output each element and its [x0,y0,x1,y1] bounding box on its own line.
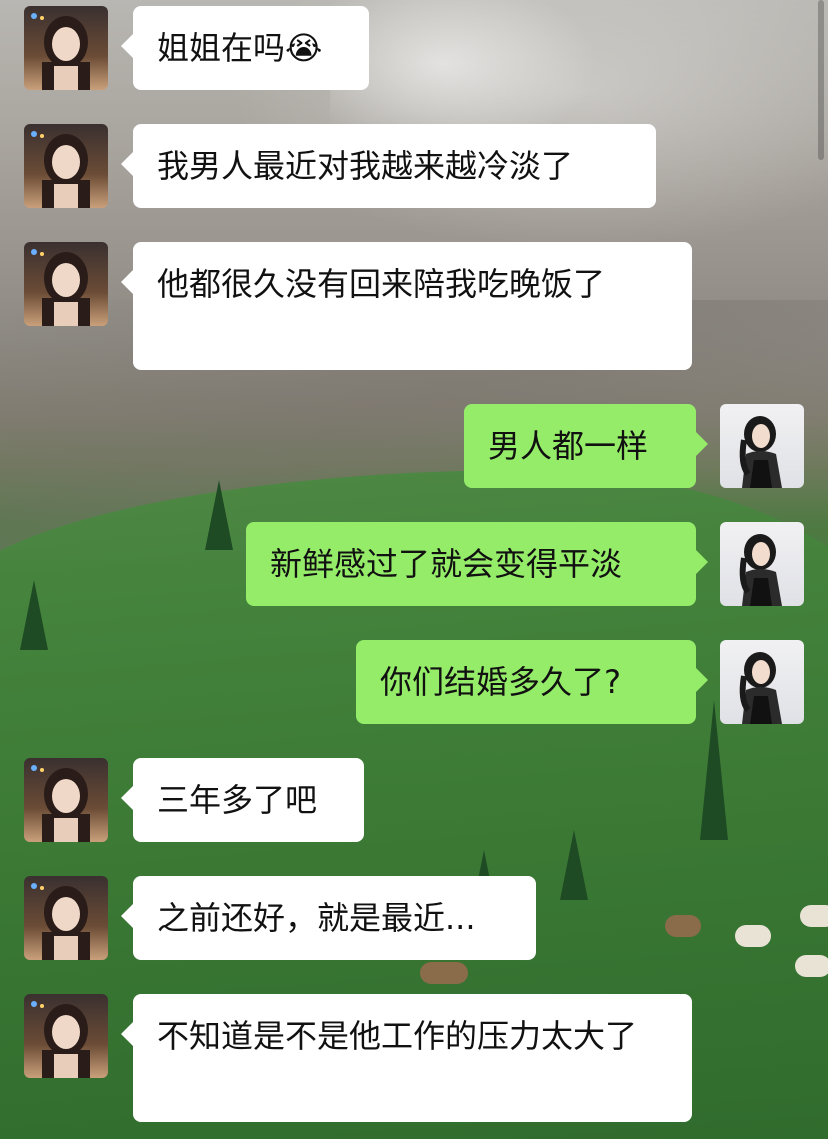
my-avatar[interactable] [720,640,804,724]
contact-avatar[interactable] [24,994,108,1078]
contact-avatar[interactable] [24,242,108,326]
message-text: 姐姐在吗😭 [157,29,323,67]
contact-avatar[interactable] [24,876,108,960]
incoming-message-bubble[interactable]: 不知道是不是他工作的压力太大了 [121,994,692,1122]
incoming-message-bubble[interactable]: 他都很久没有回来陪我吃晚饭了 [121,242,692,370]
my-avatar[interactable] [720,522,804,606]
background-sheep [735,925,771,947]
background-sheep [420,962,468,984]
background-sheep [665,915,701,937]
incoming-message-bubble[interactable]: 之前还好，就是最近... [121,876,536,960]
incoming-message-bubble[interactable]: 我男人最近对我越来越冷淡了 [121,124,656,208]
background-tree [205,480,233,550]
incoming-message-bubble[interactable]: 三年多了吧 [121,758,364,842]
message-text: 我男人最近对我越来越冷淡了 [157,147,574,185]
message-text: 他都很久没有回来陪我吃晚饭了 [157,265,606,303]
scrollbar[interactable] [818,0,824,160]
outgoing-message-bubble[interactable]: 男人都一样 [464,404,708,488]
outgoing-message-bubble[interactable]: 新鲜感过了就会变得平淡 [246,522,708,606]
background-sheep [800,905,828,927]
message-text: 之前还好，就是最近... [157,899,476,937]
contact-avatar[interactable] [24,124,108,208]
message-text: 新鲜感过了就会变得平淡 [270,545,623,583]
message-text: 三年多了吧 [157,781,318,819]
incoming-message-bubble[interactable]: 姐姐在吗😭 [121,6,369,90]
my-avatar[interactable] [720,404,804,488]
contact-avatar[interactable] [24,758,108,842]
contact-avatar[interactable] [24,6,108,90]
message-text: 你们结婚多久了? [380,663,621,701]
message-text: 男人都一样 [488,427,649,465]
message-text: 不知道是不是他工作的压力太大了 [157,1017,638,1055]
chat-view: 姐姐在吗😭 我男人最近对我越来越冷淡了 他都很久没有回来陪我吃晚饭了男人都一样新鲜感… [0,0,828,1139]
outgoing-message-bubble[interactable]: 你们结婚多久了? [356,640,708,724]
background-tree [560,830,588,900]
background-tree [20,580,48,650]
background-sheep [795,955,828,977]
